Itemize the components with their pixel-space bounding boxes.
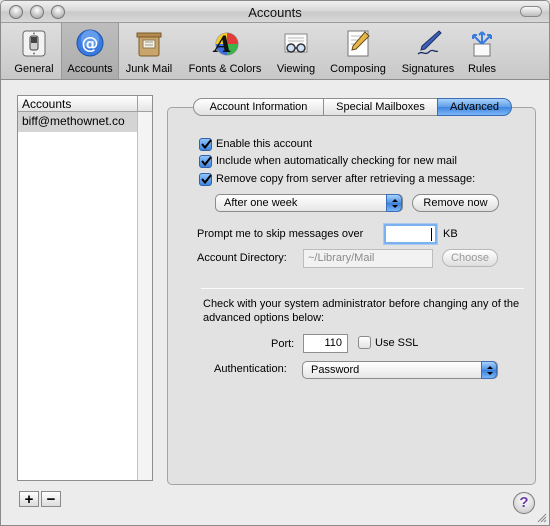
svg-text:@: @	[82, 34, 99, 54]
skip-unit-label: KB	[443, 228, 458, 240]
toolbar-label: Composing	[330, 63, 386, 75]
port-label: Port:	[271, 338, 295, 350]
port-input[interactable]: 110	[303, 334, 348, 353]
tab-account-information[interactable]: Account Information	[193, 98, 324, 116]
toolbar-label: Junk Mail	[125, 63, 173, 75]
resize-grip-icon[interactable]	[536, 512, 547, 523]
text-caret	[431, 228, 432, 241]
account-row[interactable]: biff@methownet.co	[18, 112, 139, 132]
include-checking-checkbox[interactable]	[199, 155, 212, 168]
enable-account-checkbox[interactable]	[199, 138, 212, 151]
admin-note: Check with your system administrator bef…	[203, 298, 520, 324]
color-font-icon: A	[212, 32, 239, 58]
toolbar-label: Rules	[467, 63, 497, 75]
toolbar-label: Viewing	[276, 63, 316, 75]
svg-text:A: A	[212, 32, 231, 58]
toolbar-label: Signatures	[401, 63, 455, 75]
tab-label: Advanced	[450, 101, 499, 113]
remove-copy-checkbox[interactable]	[199, 173, 212, 186]
junk-mail-bin-icon	[136, 32, 162, 57]
include-checking-label: Include when automatically checking for …	[216, 155, 457, 167]
remove-account-button[interactable]: −	[41, 491, 61, 508]
add-account-label: +	[24, 491, 34, 508]
help-icon: ?	[519, 494, 529, 511]
fountain-pen-icon	[417, 30, 442, 55]
toolbar-accounts[interactable]: @ Accounts	[61, 23, 119, 79]
rules-arrows-icon	[472, 31, 492, 57]
window-title: Accounts	[248, 5, 302, 20]
light-switch-icon	[22, 30, 46, 57]
skip-size-input[interactable]	[384, 224, 437, 244]
preferences-window: Accounts General @ Accounts Junk Mail A …	[0, 0, 550, 526]
section-divider	[201, 288, 524, 289]
use-ssl-checkbox[interactable]	[358, 336, 371, 349]
tab-label: Account Information	[209, 101, 308, 113]
choose-button: Choose	[442, 249, 498, 267]
remove-copy-label: Remove copy from server after retrieving…	[216, 173, 476, 185]
toolbar-signatures[interactable]: Signatures	[395, 23, 461, 79]
account-directory-field: ~/Library/Mail	[303, 249, 433, 268]
pencil-paper-icon	[347, 30, 370, 57]
toolbar-rules[interactable]: Rules	[463, 23, 501, 79]
list-header-corner	[137, 96, 152, 111]
toolbar-junk-mail[interactable]: Junk Mail	[121, 23, 177, 79]
toolbar-label: General	[14, 63, 54, 75]
remove-now-button[interactable]: Remove now	[412, 194, 499, 212]
remove-after-value: After one week	[224, 197, 298, 209]
add-account-button[interactable]: +	[19, 491, 39, 508]
preferences-toolbar: General @ Accounts Junk Mail A Fonts & C…	[1, 23, 549, 80]
authentication-value: Password	[311, 364, 360, 376]
toolbar-composing[interactable]: Composing	[325, 23, 391, 79]
accounts-list-scrollbar[interactable]	[137, 112, 152, 480]
skip-prompt-label: Prompt me to skip messages over	[197, 228, 364, 240]
popup-arrows-icon	[481, 361, 497, 379]
toolbar-toggle-button[interactable]	[520, 6, 542, 17]
at-sign-icon: @	[76, 29, 104, 57]
tab-label: Special Mailboxes	[336, 101, 425, 113]
toolbar-general[interactable]: General	[9, 23, 59, 79]
account-row-label: biff@methownet.co	[22, 114, 125, 128]
remove-account-label: −	[46, 491, 56, 508]
tab-advanced[interactable]: Advanced	[437, 98, 512, 116]
enable-account-label: Enable this account	[216, 138, 313, 150]
eyeglasses-icon	[284, 33, 308, 53]
accounts-header-label: Accounts	[22, 97, 72, 111]
title-bar[interactable]: Accounts	[1, 1, 549, 23]
toolbar-fonts-colors[interactable]: A Fonts & Colors	[181, 23, 269, 79]
account-directory-label: Account Directory:	[197, 252, 287, 264]
remove-now-label: Remove now	[423, 197, 488, 209]
toolbar-label: Fonts & Colors	[188, 63, 262, 75]
help-button[interactable]: ?	[513, 492, 535, 514]
authentication-label: Authentication:	[214, 363, 287, 375]
accounts-list[interactable]: Accounts biff@methownet.co	[17, 95, 153, 481]
use-ssl-label: Use SSL	[375, 337, 419, 349]
choose-label: Choose	[451, 252, 489, 264]
accounts-list-header[interactable]: Accounts	[18, 96, 152, 112]
popup-arrows-icon	[386, 194, 402, 212]
tab-special-mailboxes[interactable]: Special Mailboxes	[323, 98, 438, 116]
account-directory-value: ~/Library/Mail	[308, 252, 375, 264]
authentication-popup[interactable]: Password	[302, 361, 498, 379]
toolbar-label: Accounts	[67, 63, 113, 75]
remove-after-popup[interactable]: After one week	[215, 194, 403, 212]
toolbar-viewing[interactable]: Viewing	[271, 23, 321, 79]
port-value: 110	[324, 337, 342, 349]
